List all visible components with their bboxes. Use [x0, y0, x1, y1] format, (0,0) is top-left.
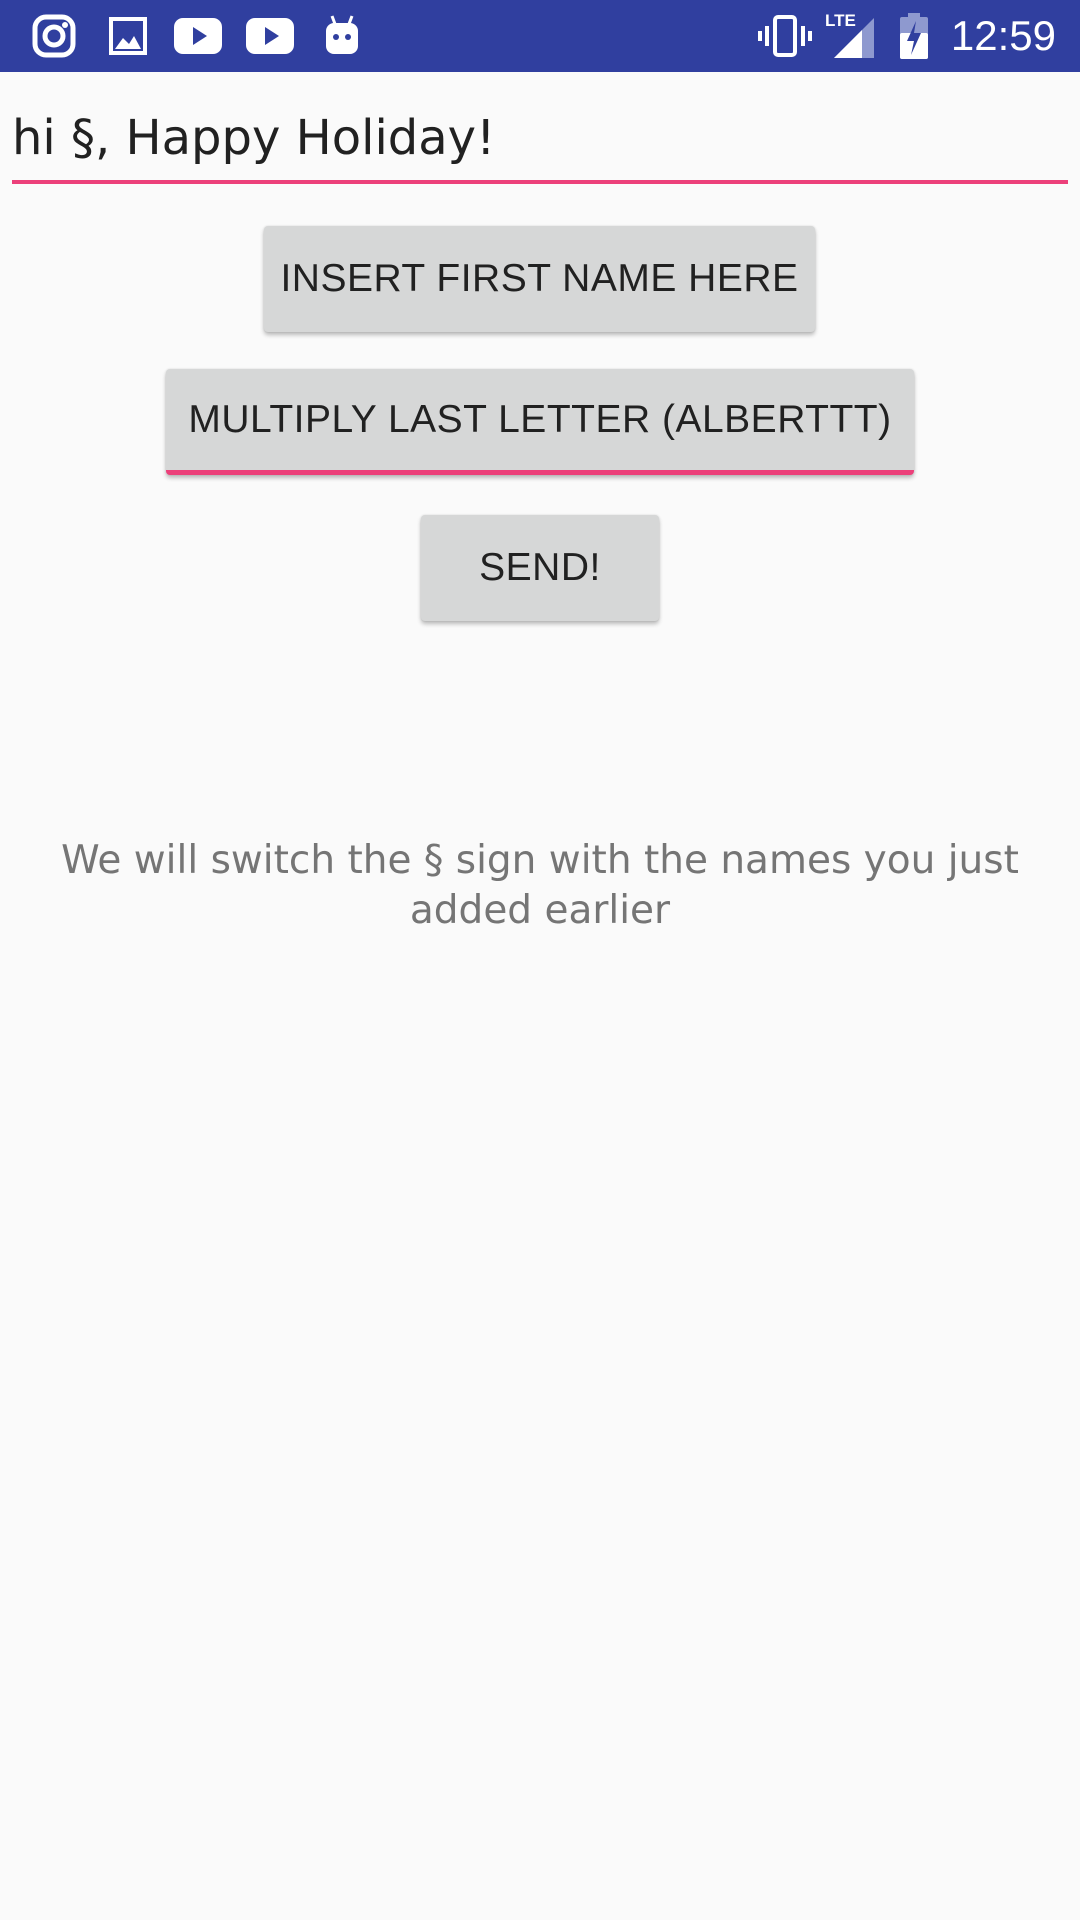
message-input-text[interactable]: hi §, Happy Holiday! — [12, 110, 495, 166]
lte-signal-icon: LTE — [824, 10, 876, 60]
insert-first-name-button[interactable]: INSERT FIRST NAME HERE — [264, 226, 815, 332]
send-button-label: SEND! — [479, 546, 601, 589]
instagram-icon — [30, 12, 78, 60]
hint-text: We will switch the § sign with the names… — [61, 838, 1019, 933]
vibrate-icon — [756, 12, 814, 60]
multiply-last-letter-button[interactable]: MULTIPLY LAST LETTER (ALBERTTT) — [166, 369, 914, 475]
youtube-icon — [244, 12, 296, 60]
status-time: 12:59 — [950, 12, 1056, 59]
svg-text:LTE: LTE — [825, 11, 856, 30]
insert-first-name-button-label: INSERT FIRST NAME HERE — [280, 257, 799, 300]
multiply-last-letter-button-label: MULTIPLY LAST LETTER (ALBERTTT) — [188, 397, 892, 441]
android-icon — [322, 12, 362, 60]
send-button[interactable]: SEND! — [421, 515, 659, 621]
message-input[interactable]: hi §, Happy Holiday! — [12, 104, 1068, 184]
gallery-icon — [104, 12, 152, 60]
youtube-icon — [172, 12, 224, 60]
battery-charging-icon — [896, 12, 932, 60]
status-bar: LTE 12:59 — [0, 0, 1080, 72]
